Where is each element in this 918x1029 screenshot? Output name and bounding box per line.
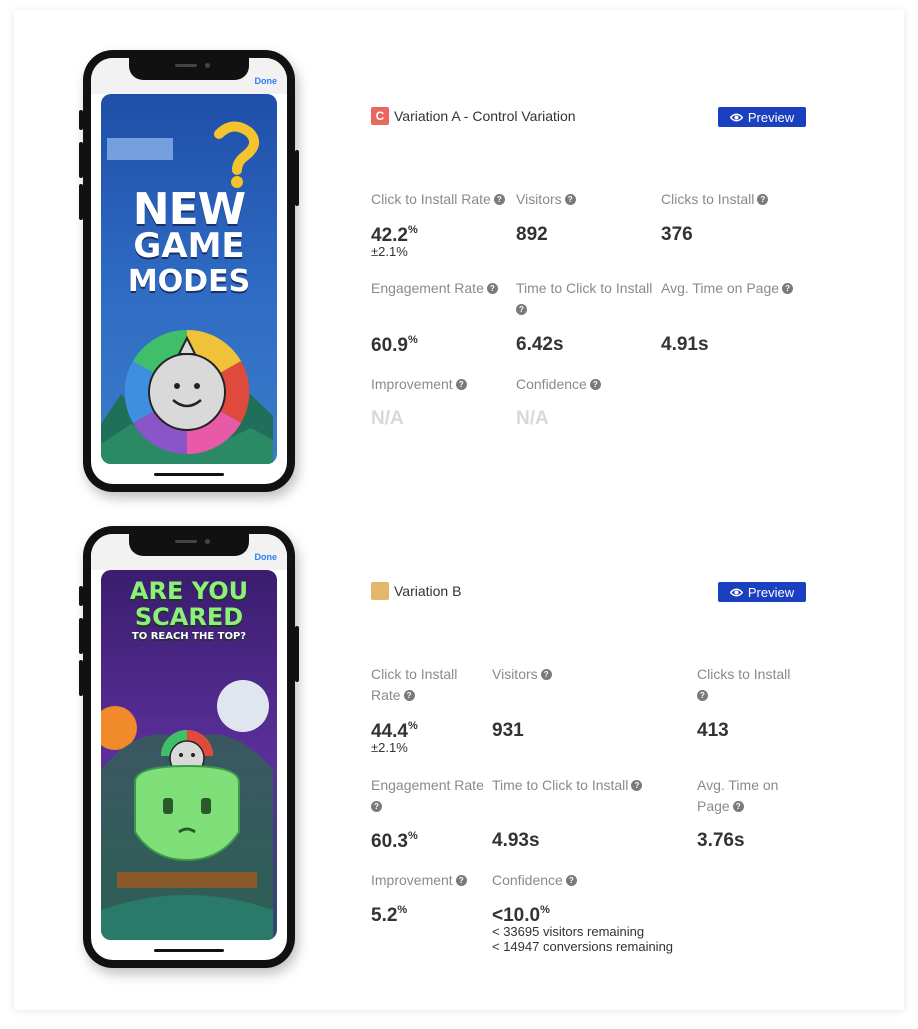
metric-label-engagement-rate: Engagement Rate? xyxy=(371,777,484,812)
help-icon[interactable]: ? xyxy=(782,283,794,294)
metric-label-time-to-click: Time to Click to Install? xyxy=(492,775,643,796)
ad-headline-line-3: MODES xyxy=(127,264,251,299)
done-button[interactable]: Done xyxy=(255,552,278,562)
phone-preview-a: Done NEW GAME MODES xyxy=(79,50,299,492)
metric-value-time-to-click: 6.42s xyxy=(516,334,564,355)
phone-volume-down-button xyxy=(79,184,83,220)
metric-label-confidence: Confidence? xyxy=(516,374,601,395)
variation-b-title: Variation B xyxy=(371,582,461,600)
metric-value-clicks-to-install: 413 xyxy=(697,720,729,741)
eye-icon xyxy=(729,585,744,600)
ad-creative-b[interactable]: ARE YOU SCARED TO REACH THE TOP? xyxy=(101,570,277,940)
metric-label-clicks-to-install: Clicks to Install? xyxy=(697,666,791,701)
phone-notch xyxy=(129,58,249,80)
metric-label-avg-time-on-page: Avg. Time on Page? xyxy=(661,278,794,299)
ad-headline-line-2: GAME xyxy=(133,226,245,266)
ad-headline-line-1: NEW xyxy=(132,184,246,235)
metric-value-visitors: 892 xyxy=(516,224,548,245)
phone-screen: Done ARE YOU SCARED TO REACH THE TOP? xyxy=(91,534,287,960)
metric-label-clicks-to-install: Clicks to Install? xyxy=(661,189,769,210)
metric-value-improvement: 5.2% xyxy=(371,904,408,926)
metric-label-engagement-rate: Engagement Rate? xyxy=(371,278,498,299)
help-icon[interactable]: ? xyxy=(493,194,505,205)
variation-a-name: Variation A - Control Variation xyxy=(394,108,576,124)
phone-volume-up-button xyxy=(79,618,83,654)
variation-b-name: Variation B xyxy=(394,583,462,599)
phone-power-button xyxy=(295,150,299,206)
help-icon[interactable]: ? xyxy=(757,194,769,205)
metric-value-engagement-rate: 60.3% xyxy=(371,830,418,852)
variation-color-swatch xyxy=(371,582,389,600)
help-icon[interactable]: ? xyxy=(486,283,498,294)
metric-value-visitors: 931 xyxy=(492,720,524,741)
metric-margin-of-error: ±2.1% xyxy=(371,740,408,755)
help-icon[interactable]: ? xyxy=(565,875,577,886)
metric-label-confidence: Confidence? xyxy=(492,870,577,891)
metric-label-visitors: Visitors? xyxy=(516,189,576,210)
phone-notch xyxy=(129,534,249,556)
metric-value-avg-time-on-page: 4.91s xyxy=(661,334,709,355)
help-icon[interactable]: ? xyxy=(589,379,601,390)
visitors-remaining-note: < 33695 visitors remaining xyxy=(492,924,645,939)
metric-value-engagement-rate: 60.9% xyxy=(371,334,418,356)
metric-label-improvement: Improvement? xyxy=(371,374,467,395)
metric-value-clicks-to-install: 376 xyxy=(661,224,693,245)
phone-volume-up-button xyxy=(79,142,83,178)
help-icon[interactable]: ? xyxy=(516,304,527,315)
variation-a-title: C Variation A - Control Variation xyxy=(371,107,576,125)
phone-power-button xyxy=(295,626,299,682)
metric-label-improvement: Improvement? xyxy=(371,870,467,891)
metric-label-click-to-install-rate: Click to Install Rate? xyxy=(371,189,505,210)
help-icon[interactable]: ? xyxy=(540,669,552,680)
preview-button-a[interactable]: Preview xyxy=(718,107,806,127)
ad-headline-line-3: TO REACH THE TOP? xyxy=(131,631,247,642)
ad-headline-line-2: SCARED xyxy=(134,603,244,631)
metric-value-improvement: N/A xyxy=(371,408,404,429)
preview-label: Preview xyxy=(747,109,795,125)
metric-value-confidence: N/A xyxy=(516,408,549,429)
metric-label-visitors: Visitors? xyxy=(492,664,552,685)
help-icon[interactable]: ? xyxy=(455,875,467,886)
help-icon[interactable]: ? xyxy=(455,379,467,390)
phone-mute-button xyxy=(79,586,83,606)
help-icon[interactable]: ? xyxy=(631,780,643,791)
preview-button-b[interactable]: Preview xyxy=(718,582,806,602)
ad-creative-a[interactable]: NEW GAME MODES xyxy=(101,94,277,464)
help-icon[interactable]: ? xyxy=(732,801,744,812)
metric-label-click-to-install-rate: Click to Install Rate? xyxy=(371,666,458,703)
phone-mute-button xyxy=(79,110,83,130)
metric-value-time-to-click: 4.93s xyxy=(492,830,540,851)
metric-value-avg-time-on-page: 3.76s xyxy=(697,830,745,851)
metric-label-avg-time-on-page: Avg. Time on Page? xyxy=(697,777,779,814)
phone-volume-down-button xyxy=(79,660,83,696)
done-button[interactable]: Done xyxy=(255,76,278,86)
help-icon[interactable]: ? xyxy=(697,690,708,701)
metric-margin-of-error: ±2.1% xyxy=(371,244,408,259)
control-badge: C xyxy=(371,107,389,125)
metric-label-time-to-click: Time to Click to Install? xyxy=(516,280,653,315)
preview-label: Preview xyxy=(747,584,795,600)
phone-home-indicator xyxy=(154,949,224,952)
eye-icon xyxy=(729,110,744,125)
help-icon[interactable]: ? xyxy=(403,690,415,701)
conversions-remaining-note: < 14947 conversions remaining xyxy=(492,939,674,954)
ad-headline-line-1: ARE YOU xyxy=(129,577,249,605)
phone-preview-b: Done ARE YOU SCARED TO REACH THE TOP? xyxy=(79,526,299,968)
phone-home-indicator xyxy=(154,473,224,476)
help-icon[interactable]: ? xyxy=(371,801,382,812)
help-icon[interactable]: ? xyxy=(564,194,576,205)
phone-screen: Done NEW GAME MODES xyxy=(91,58,287,484)
